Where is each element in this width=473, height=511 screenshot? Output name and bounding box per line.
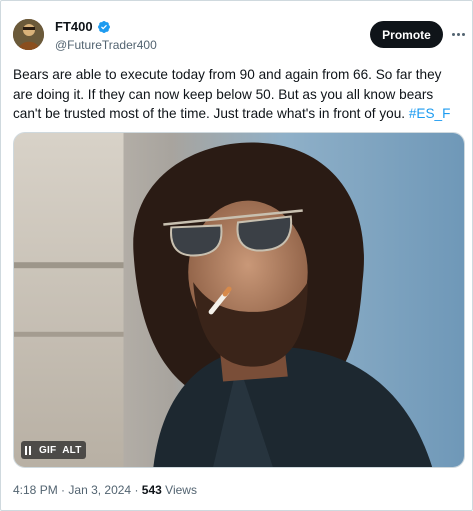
views-count[interactable]: 543 <box>142 483 162 497</box>
verified-badge-icon[interactable] <box>97 20 111 34</box>
display-name[interactable]: FT400 <box>55 19 93 34</box>
tweet-time[interactable]: 4:18 PM <box>13 483 58 497</box>
tweet-card[interactable]: FT400 @FutureTrader400 Promote Bears are… <box>0 0 473 511</box>
author-name-row: FT400 <box>55 19 111 34</box>
gif-controls: GIF ALT <box>21 441 86 459</box>
gif-media[interactable] <box>13 132 465 468</box>
promote-button[interactable]: Promote <box>370 21 443 48</box>
author-handle[interactable]: @FutureTrader400 <box>55 38 157 52</box>
pause-icon[interactable] <box>25 445 33 455</box>
hashtag-link[interactable]: #ES_F <box>409 106 451 121</box>
tweet-text-line: Bears are able to execute today from 90 … <box>13 67 442 82</box>
meta-separator: · <box>134 483 139 497</box>
tweet-metadata: 4:18 PM · Jan 3, 2024 · 543 Views <box>13 483 197 497</box>
gif-frame-image <box>14 133 464 467</box>
more-horizontal-icon[interactable] <box>449 26 467 42</box>
tweet-text-line: are doing it. If they can now keep below… <box>13 86 434 102</box>
gif-badge: GIF <box>39 444 57 456</box>
avatar[interactable] <box>13 19 44 50</box>
meta-separator: · <box>61 483 66 497</box>
tweet-text-line: can't be trusted most of the time. Just … <box>13 104 468 124</box>
avatar-image <box>13 19 44 50</box>
tweet-text-last-line: can't be trusted most of the time. Just … <box>13 106 409 121</box>
tweet-date[interactable]: Jan 3, 2024 <box>68 483 131 497</box>
tweet-text: Bears are able to execute today from 90 … <box>13 65 468 124</box>
views-label: Views <box>165 483 197 497</box>
alt-text-button[interactable]: ALT <box>62 445 81 456</box>
